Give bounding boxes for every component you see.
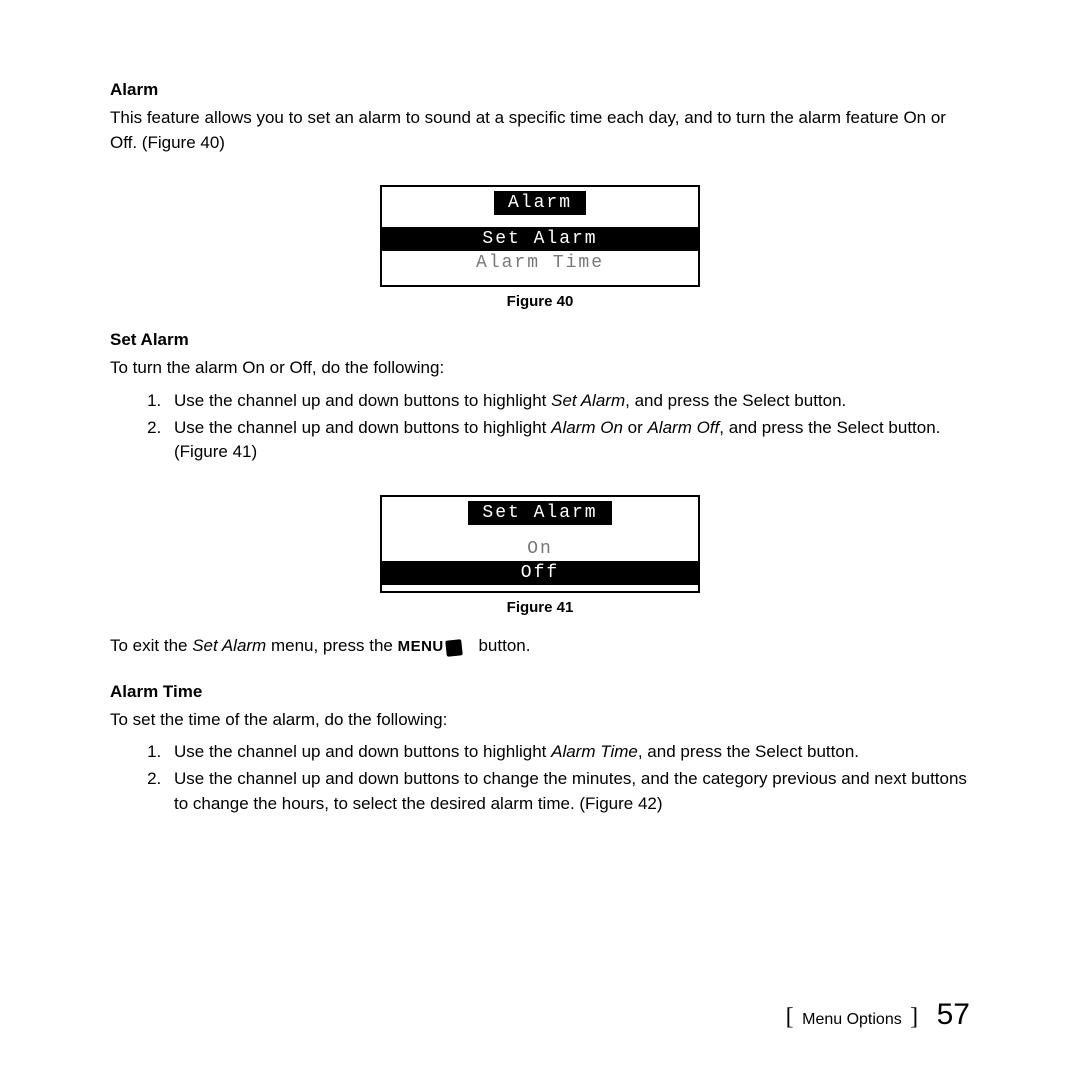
exit-mid: menu, press the [266,636,397,655]
lcd-row-on: On [382,537,698,561]
list-item: Use the channel up and down buttons to h… [166,416,970,465]
lcd-row-set-alarm: Set Alarm [382,227,698,251]
caption-figure-40: Figure 40 [110,293,970,310]
list-item: Use the channel up and down buttons to h… [166,740,970,765]
heading-alarm-time: Alarm Time [110,682,970,702]
step-text: Use the channel up and down buttons to h… [174,391,551,410]
heading-alarm: Alarm [110,80,970,100]
list-item: Use the channel up and down buttons to c… [166,767,970,816]
lcd-title: Alarm [494,191,586,215]
step-text: Use the channel up and down buttons to h… [174,418,551,437]
exit-em: Set Alarm [192,636,266,655]
text-alarm-intro: This feature allows you to set an alarm … [110,106,970,155]
step-em: Alarm Off [647,418,719,437]
step-em: Alarm On [551,418,623,437]
menu-button-icon: MENU [398,638,474,655]
step-text: or [623,418,648,437]
step-text: Use the channel up and down buttons to c… [174,769,967,813]
step-em: Alarm Time [551,742,638,761]
exit-pre: To exit the [110,636,192,655]
page-footer: [ Menu Options ] 57 [786,998,970,1032]
step-em: Set Alarm [551,391,625,410]
list-item: Use the channel up and down buttons to h… [166,389,970,414]
lcd-row-off: Off [382,561,698,585]
text-set-alarm-intro: To turn the alarm On or Off, do the foll… [110,356,970,381]
bracket-open: [ [786,1004,794,1030]
lcd-title-row: Set Alarm [382,497,698,527]
list-alarm-time-steps: Use the channel up and down buttons to h… [166,740,970,816]
lcd-row-alarm-time: Alarm Time [382,251,698,275]
exit-post: button. [474,636,531,655]
caption-figure-41: Figure 41 [110,599,970,616]
text-exit-set-alarm: To exit the Set Alarm menu, press the ME… [110,636,970,656]
bracket-close: ] [910,1004,918,1030]
figure-41: Set Alarm On Off Figure 41 [110,495,970,616]
text-alarm-time-intro: To set the time of the alarm, do the fol… [110,708,970,733]
step-text: , and press the Select button. [638,742,859,761]
lcd-title: Set Alarm [468,501,611,525]
lcd-title-row: Alarm [382,187,698,217]
footer-label: Menu Options [802,1011,902,1028]
page-number: 57 [937,998,970,1031]
lcd-spacer [382,275,698,285]
lcd-spacer [382,217,698,227]
step-text: Use the channel up and down buttons to h… [174,742,551,761]
list-set-alarm-steps: Use the channel up and down buttons to h… [166,389,970,465]
lcd-screen-alarm: Alarm Set Alarm Alarm Time [380,185,700,287]
figure-40: Alarm Set Alarm Alarm Time Figure 40 [110,185,970,310]
step-text: , and press the Select button. [625,391,846,410]
heading-set-alarm: Set Alarm [110,330,970,350]
lcd-screen-set-alarm: Set Alarm On Off [380,495,700,593]
lcd-spacer [382,585,698,591]
lcd-spacer [382,527,698,537]
